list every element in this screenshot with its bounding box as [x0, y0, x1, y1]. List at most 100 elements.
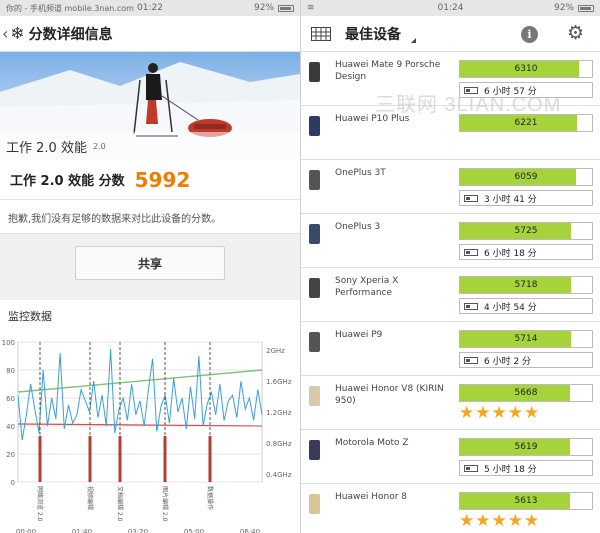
- snowflake-icon: ❄: [10, 23, 25, 44]
- monitoring-title: 监控数据: [8, 310, 52, 323]
- phone-thumbnail-icon: [309, 440, 320, 460]
- battery-life: 6 小时 2 分: [459, 352, 593, 368]
- star-icon: ★: [507, 511, 523, 531]
- y-tick-label: 0: [11, 479, 15, 487]
- device-row[interactable]: OnePlus 3T 6059 3 小时 41 分: [301, 160, 600, 214]
- device-row[interactable]: Huawei Honor 8 5613 ★ ★ ★ ★ ★: [301, 484, 600, 533]
- score-label: 工作 2.0 效能 分数: [10, 174, 125, 189]
- status-time: 01:22: [137, 3, 163, 13]
- monitoring-panel: 监控数据 100 80 60 40 20 0 2GHz 1.6GHz 1.2GHz 0.8GHz 0…: [0, 300, 300, 533]
- score-bar: 5718: [459, 276, 593, 294]
- no-comparison-message: 抱歉,我们没有足够的数据来对比此设备的分数。: [0, 200, 300, 234]
- star-icon: ★: [524, 511, 540, 531]
- device-score: 5619: [514, 442, 538, 452]
- star-icon: ★: [475, 403, 491, 423]
- device-row[interactable]: Huawei P9 5714 6 小时 2 分: [301, 322, 600, 376]
- score-value: 5992: [134, 167, 191, 192]
- device-score: 5613: [514, 496, 538, 506]
- phase-label: 图片编辑 2.0: [161, 486, 169, 522]
- score-bar: 5668: [459, 384, 593, 402]
- hero-banner: 工作 2.0 效能 2.0: [0, 52, 300, 160]
- header-bar: 最佳设备 i ⚙: [301, 16, 600, 52]
- battery-life-text: 6 小时 2 分: [484, 356, 532, 367]
- phase-bar: [118, 436, 122, 482]
- battery-icon: [464, 356, 478, 364]
- rating-stars: ★ ★ ★ ★ ★: [459, 512, 539, 530]
- test-version: 2.0: [92, 141, 106, 151]
- info-icon[interactable]: i: [521, 26, 538, 43]
- x-tick-label: 03:20: [128, 528, 148, 533]
- phone-thumbnail-icon: [309, 116, 320, 136]
- phase-label: 网络浏览 2.0: [36, 486, 44, 522]
- phone-thumbnail-icon: [309, 332, 320, 352]
- score-bar: 6310: [459, 60, 593, 78]
- device-list: Huawei Mate 9 Porsche Design 6310 6 小时 57 …: [301, 52, 600, 533]
- y-tick-label: 20: [6, 451, 15, 459]
- gear-icon[interactable]: ⚙: [567, 22, 584, 44]
- watermark: 三联网 3LIAN.COM: [375, 94, 562, 116]
- device-name: Motorola Moto Z: [335, 438, 409, 448]
- y-tick-label: 80: [6, 367, 15, 375]
- device-name: Huawei Honor 8: [335, 492, 408, 502]
- best-devices-screen: ≋ 01:24 92% 最佳设备 i ⚙ Huawei Mate 9 Porsc…: [300, 0, 600, 533]
- battery-life: 6 小时 18 分: [459, 244, 593, 260]
- device-score: 6310: [514, 64, 538, 74]
- phase-label: 视频编辑: [86, 486, 94, 510]
- x-tick-label: 00:00: [16, 528, 36, 533]
- battery-life-text: 3 小时 41 分: [484, 194, 537, 205]
- share-button[interactable]: 共享: [75, 246, 225, 280]
- phase-label: 数据操作: [206, 486, 214, 510]
- score-bar: 5619: [459, 438, 593, 456]
- test-name: 工作 2.0 效能: [6, 140, 87, 156]
- battery-life-text: 6 小时 18 分: [484, 248, 537, 259]
- score-details-screen: 你的 - 手机频道 mobile.3nan.com 01:22 92% ‹ ❄ …: [0, 0, 300, 533]
- star-icon: ★: [524, 403, 540, 423]
- device-score: 5725: [514, 226, 538, 236]
- battery-icon: [578, 4, 594, 12]
- dropdown-triangle-icon[interactable]: [411, 38, 416, 43]
- device-score: 6059: [514, 172, 538, 182]
- star-icon: ★: [507, 403, 523, 423]
- x-tick-label: 06:40: [240, 528, 260, 533]
- battery-life: 4 小时 54 分: [459, 298, 593, 314]
- device-row[interactable]: Motorola Moto Z 5619 5 小时 18 分: [301, 430, 600, 484]
- page-title: 分数详细信息: [28, 26, 113, 43]
- y2-tick-label: 0.8GHz: [266, 440, 292, 448]
- device-score: 5718: [514, 280, 538, 290]
- star-icon: ★: [475, 511, 491, 531]
- star-icon: ★: [491, 403, 507, 423]
- phone-thumbnail-icon: [309, 62, 320, 82]
- battery-icon: [464, 302, 478, 310]
- page-title[interactable]: 最佳设备: [345, 24, 401, 44]
- rating-stars: ★ ★ ★ ★ ★: [459, 404, 539, 422]
- device-score: 5668: [514, 388, 538, 398]
- y2-tick-label: 2GHz: [266, 347, 285, 355]
- phase-bar: [208, 436, 212, 482]
- monitoring-chart: 100 80 60 40 20 0 2GHz 1.6GHz 1.2GHz 0.8GHz 0.4GHz…: [2, 339, 292, 533]
- battery-life: 3 小时 41 分: [459, 190, 593, 206]
- device-row[interactable]: Sony Xperia X Performance 5718 4 小时 54 分: [301, 268, 600, 322]
- hero-caption: 工作 2.0 效能 2.0: [0, 132, 300, 160]
- y2-tick-label: 1.2GHz: [266, 409, 292, 417]
- y2-tick-label: 0.4GHz: [266, 471, 292, 479]
- phone-thumbnail-icon: [309, 494, 320, 514]
- battery-life-text: 4 小时 54 分: [484, 302, 537, 313]
- status-bar: ≋ 01:24 92%: [301, 0, 600, 16]
- back-icon[interactable]: ‹: [2, 24, 8, 43]
- phone-thumbnail-icon: [309, 170, 320, 190]
- star-icon: ★: [459, 511, 475, 531]
- star-icon: ★: [491, 511, 507, 531]
- device-score: 6221: [514, 118, 538, 128]
- battery-life-text: 5 小时 18 分: [484, 464, 537, 475]
- device-row[interactable]: OnePlus 3 5725 6 小时 18 分: [301, 214, 600, 268]
- battery-icon: [464, 464, 478, 472]
- battery-icon: [464, 248, 478, 256]
- y-tick-label: 60: [6, 395, 15, 403]
- device-score: 5714: [514, 334, 538, 344]
- device-row[interactable]: Huawei Honor V8 (KIRIN 950) 5668 ★ ★ ★ ★ ★: [301, 376, 600, 430]
- device-name: Huawei Mate 9 Porsche Design: [335, 60, 441, 82]
- status-time: 01:24: [437, 3, 464, 13]
- y2-tick-label: 1.6GHz: [266, 378, 292, 386]
- status-bar: 你的 - 手机频道 mobile.3nan.com 01:22 92%: [0, 0, 300, 16]
- phone-thumbnail-icon: [309, 278, 320, 298]
